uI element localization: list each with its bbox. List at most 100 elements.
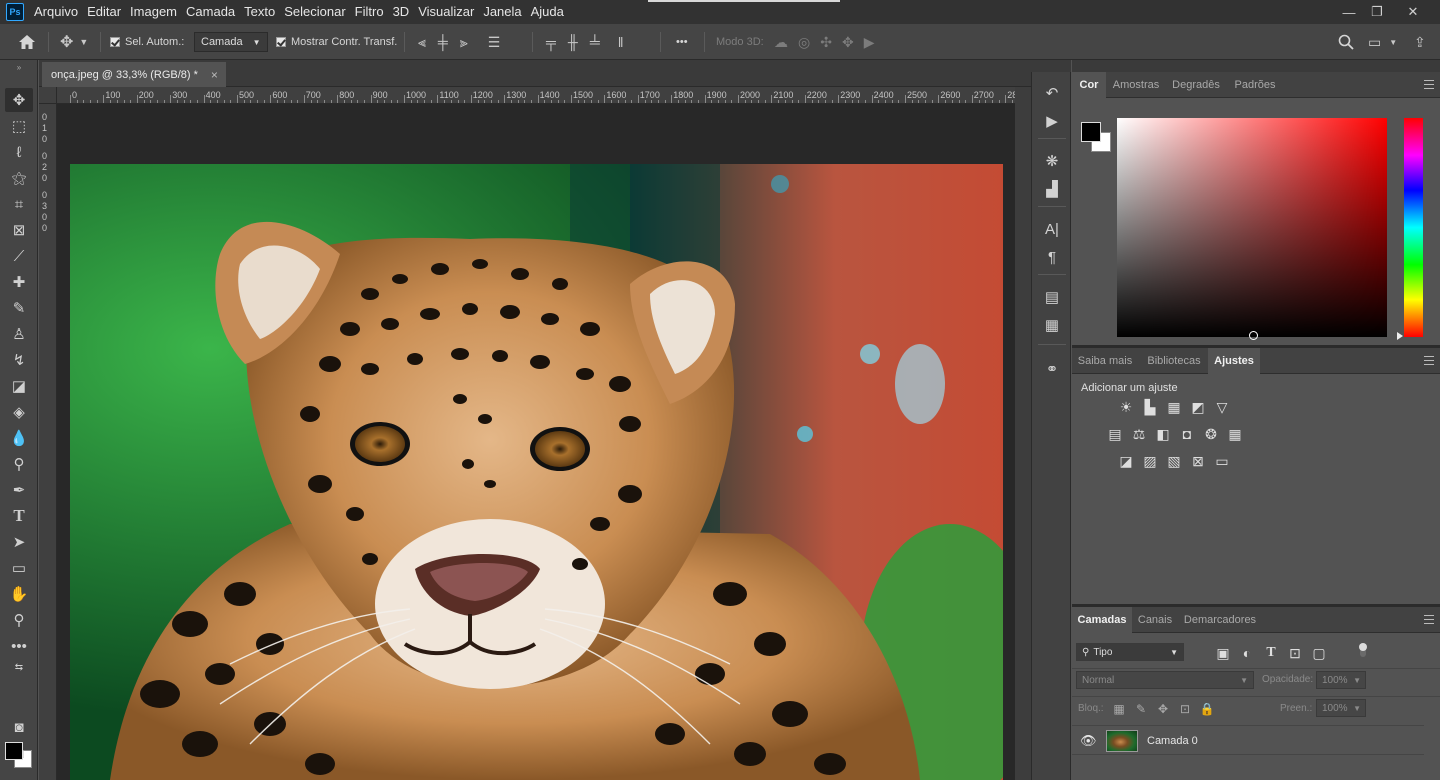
hue-slider-arrow[interactable]: [1397, 332, 1403, 340]
close-window-button[interactable]: ✕: [1398, 0, 1428, 24]
selective-color-icon[interactable]: ⊠: [1189, 452, 1207, 470]
black-white-icon[interactable]: ◧: [1154, 425, 1172, 443]
marquee-tool-icon[interactable]: ⬚: [5, 114, 33, 138]
align-top-icon[interactable]: ╤: [546, 34, 556, 50]
history-brush-tool-icon[interactable]: ↯: [5, 348, 33, 372]
pen-tool-icon[interactable]: ✒: [5, 478, 33, 502]
color-picker-cursor[interactable]: [1249, 331, 1258, 340]
foreground-color-swatch[interactable]: [5, 742, 23, 760]
filter-adjustment-icon[interactable]: ◐: [1238, 644, 1256, 662]
menu-janela[interactable]: Janela: [483, 0, 521, 24]
healing-brush-tool-icon[interactable]: ✚: [5, 270, 33, 294]
filter-type-icon[interactable]: T: [1262, 644, 1280, 662]
menu-imagem[interactable]: Imagem: [130, 0, 177, 24]
lock-artboard-icon[interactable]: ⊡: [1176, 700, 1194, 718]
actions-panel-icon[interactable]: ▶: [1040, 110, 1064, 132]
lock-transparency-icon[interactable]: ▦: [1110, 700, 1128, 718]
menu-3d[interactable]: 3D: [393, 0, 410, 24]
panel-menu-icon[interactable]: [1424, 80, 1434, 89]
photo-filter-icon[interactable]: ◘: [1178, 425, 1196, 443]
brightness-contrast-icon[interactable]: ☀: [1117, 398, 1135, 416]
layer-row[interactable]: 👁 Camada 0: [1072, 725, 1424, 755]
vertical-scrollbar[interactable]: [1015, 87, 1031, 780]
share-button[interactable]: ⇪: [1414, 24, 1426, 60]
collapsed-panels-header[interactable]: [1031, 60, 1071, 72]
brush-settings-icon[interactable]: ❋: [1040, 150, 1064, 172]
zoom-tool-icon[interactable]: ⚲: [5, 608, 33, 632]
dodge-tool-icon[interactable]: ⚲: [5, 452, 33, 476]
workspace-button[interactable]: ▭ ▼: [1368, 24, 1397, 60]
posterize-icon[interactable]: ▨: [1141, 452, 1159, 470]
show-transform-checkbox[interactable]: Mostrar Contr. Transf.: [276, 24, 397, 60]
properties-panel-icon[interactable]: ▤: [1040, 286, 1064, 308]
document-tab[interactable]: onça.jpeg @ 33,3% (RGB/8) * ×: [42, 62, 226, 87]
menu-selecionar[interactable]: Selecionar: [284, 0, 345, 24]
tab-saiba-mais[interactable]: Saiba mais: [1072, 348, 1138, 374]
notes-panel-icon[interactable]: ▦: [1040, 314, 1064, 336]
layer-filter-dropdown[interactable]: ⚲ Tipo ▼: [1076, 643, 1184, 661]
minimize-button[interactable]: —: [1334, 0, 1364, 24]
menu-ajuda[interactable]: Ajuda: [531, 0, 564, 24]
tab-cor[interactable]: Cor: [1072, 72, 1106, 98]
lock-all-icon[interactable]: 🔒: [1198, 700, 1216, 718]
filter-shape-icon[interactable]: ⊡: [1286, 644, 1304, 662]
paint-bucket-tool-icon[interactable]: ◈: [5, 400, 33, 424]
blur-tool-icon[interactable]: 💧: [5, 426, 33, 450]
curves-icon[interactable]: ▦: [1165, 398, 1183, 416]
brush-tool-icon[interactable]: ✎: [5, 296, 33, 320]
hand-tool-icon[interactable]: ✋: [5, 582, 33, 606]
threshold-icon[interactable]: ▧: [1165, 452, 1183, 470]
align-bottom-icon[interactable]: ╧: [590, 34, 600, 50]
filter-smart-object-icon[interactable]: ▢: [1310, 644, 1328, 662]
gradient-map-icon[interactable]: ▭: [1213, 452, 1231, 470]
menu-filtro[interactable]: Filtro: [355, 0, 384, 24]
more-options-button[interactable]: •••: [676, 24, 688, 60]
clone-stamp-tool-icon[interactable]: ♙: [5, 322, 33, 346]
edit-toolbar-icon[interactable]: •••: [5, 634, 33, 658]
restore-button[interactable]: ❐: [1362, 0, 1392, 24]
color-field[interactable]: [1117, 118, 1387, 340]
path-selection-tool-icon[interactable]: ➤: [5, 530, 33, 554]
character-panel-icon[interactable]: A|: [1040, 218, 1064, 240]
tab-degrades[interactable]: Degradês: [1168, 72, 1224, 98]
histogram-panel-icon[interactable]: ▟: [1040, 178, 1064, 200]
auto-select-dropdown[interactable]: Camada ▼: [194, 32, 268, 52]
menu-editar[interactable]: Editar: [87, 0, 121, 24]
lock-image-icon[interactable]: ✎: [1132, 700, 1150, 718]
tab-bibliotecas[interactable]: Bibliotecas: [1142, 348, 1206, 374]
menu-arquivo[interactable]: Arquivo: [34, 0, 78, 24]
channels-mix-icon[interactable]: ⚭: [1040, 358, 1064, 380]
distribute-v-icon[interactable]: ‖: [618, 34, 624, 50]
tab-ajustes[interactable]: Ajustes: [1208, 348, 1260, 374]
lasso-tool-icon[interactable]: ℓ: [5, 140, 33, 164]
distribute-h-icon[interactable]: ☰: [488, 34, 501, 51]
rectangle-tool-icon[interactable]: ▭: [5, 556, 33, 580]
levels-icon[interactable]: ▙: [1141, 398, 1159, 416]
history-panel-icon[interactable]: ↶: [1040, 82, 1064, 104]
color-balance-icon[interactable]: ⚖: [1130, 425, 1148, 443]
type-tool-icon[interactable]: T: [5, 504, 33, 528]
panel-menu-icon[interactable]: [1424, 356, 1434, 365]
invert-icon[interactable]: ◪: [1117, 452, 1135, 470]
frame-tool-icon[interactable]: ⊠: [5, 218, 33, 242]
eye-icon[interactable]: 👁: [1080, 733, 1097, 749]
filter-pixel-icon[interactable]: ▣: [1214, 644, 1232, 662]
align-left-icon[interactable]: ⫷: [418, 34, 426, 51]
fill-input[interactable]: 100% ▼: [1316, 699, 1366, 717]
channel-mixer-icon[interactable]: ❂: [1202, 425, 1220, 443]
paragraph-panel-icon[interactable]: ¶: [1040, 246, 1064, 268]
tab-camadas[interactable]: Camadas: [1072, 607, 1132, 633]
blend-mode-dropdown[interactable]: Normal ▼: [1076, 671, 1254, 689]
lock-position-icon[interactable]: ✥: [1154, 700, 1172, 718]
quick-mask-icon[interactable]: ◙: [5, 715, 33, 739]
menu-camada[interactable]: Camada: [186, 0, 235, 24]
crop-tool-icon[interactable]: ⌗: [5, 192, 33, 216]
color-lookup-icon[interactable]: ▦: [1226, 425, 1244, 443]
eyedropper-tool-icon[interactable]: ⟋: [5, 244, 33, 268]
swap-colors-icon[interactable]: ⇆: [5, 660, 33, 674]
tab-amostras[interactable]: Amostras: [1108, 72, 1164, 98]
jaguar-photo[interactable]: [70, 164, 1003, 780]
align-middle-v-icon[interactable]: ╫: [568, 34, 578, 50]
eraser-tool-icon[interactable]: ◪: [5, 374, 33, 398]
opacity-input[interactable]: 100% ▼: [1316, 671, 1366, 689]
